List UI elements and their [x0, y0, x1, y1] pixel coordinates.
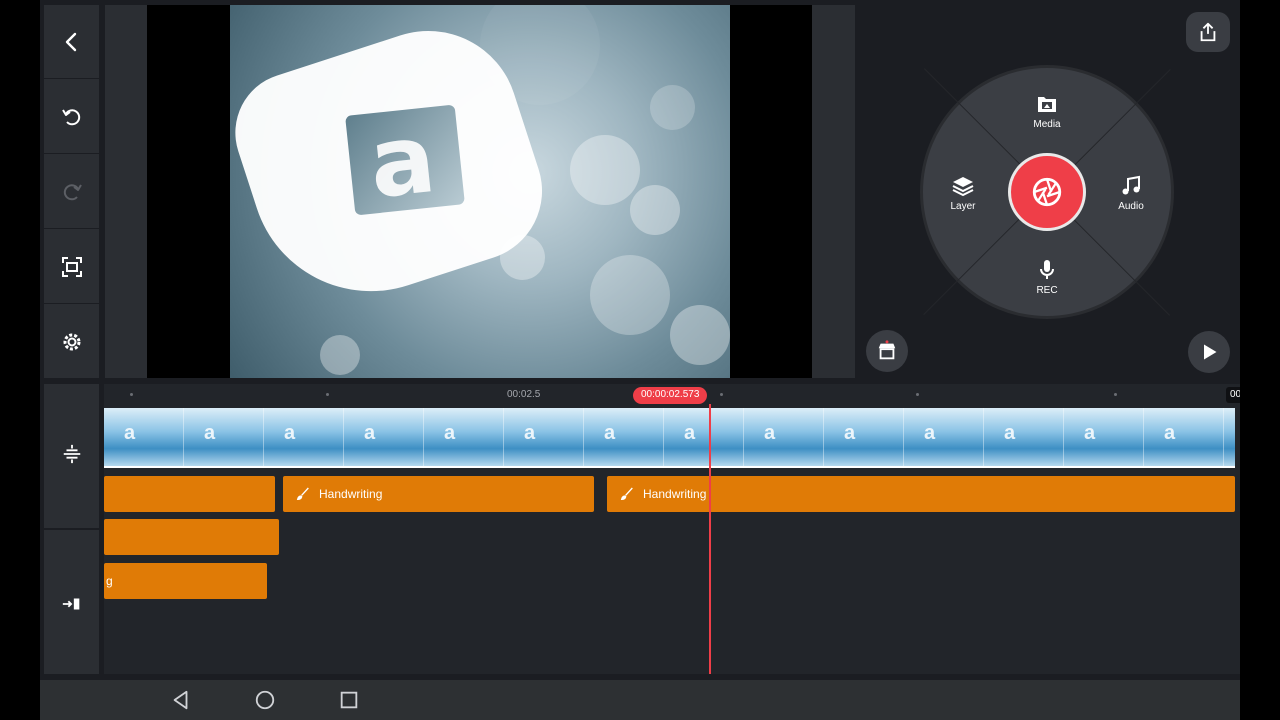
share-icon — [1200, 22, 1216, 42]
end-time-label: 00:00:04.876 — [1226, 387, 1240, 403]
back-icon — [65, 32, 76, 51]
layer-clip-3[interactable]: g — [104, 563, 267, 599]
square-recents-icon — [340, 691, 358, 709]
redo-icon — [63, 183, 82, 200]
jump-end-icon — [62, 598, 79, 610]
handwriting-clip-1[interactable]: Handwriting — [283, 476, 594, 512]
store-icon — [878, 340, 896, 360]
audio-label: Audio — [1118, 201, 1144, 212]
nav-home-button[interactable] — [253, 688, 277, 712]
audio-button[interactable]: Audio — [1101, 174, 1161, 212]
video-clip-track[interactable]: a a a a a a a a a a a a a a a — [104, 408, 1235, 468]
undo-button[interactable] — [44, 80, 99, 154]
media-icon — [1038, 97, 1056, 112]
triangle-back-icon — [173, 690, 188, 710]
media-label: Media — [1033, 119, 1061, 130]
asset-store-button[interactable] — [866, 330, 908, 372]
left-toolbar — [44, 5, 99, 378]
ruler-mid-label: 00:02.5 — [507, 389, 541, 400]
kinemaster-editor: a Media Layer Audio REC 00:02.5 a a a a … — [40, 0, 1240, 720]
play-button[interactable] — [1188, 331, 1230, 373]
settings-button[interactable] — [44, 305, 99, 379]
back-button[interactable] — [44, 5, 99, 79]
playhead-line[interactable] — [709, 404, 711, 674]
settings-icon — [63, 333, 80, 351]
video-preview[interactable]: a — [230, 5, 730, 378]
play-icon — [1204, 344, 1217, 360]
system-navigation-bar — [40, 680, 1240, 720]
rec-button[interactable]: REC — [1017, 258, 1077, 296]
playhead-time[interactable]: 00:00:02.573 — [633, 387, 708, 404]
camera-aperture-icon — [1032, 177, 1062, 207]
brush-icon — [296, 487, 309, 501]
fit-screen-icon — [61, 256, 82, 277]
logo-letter: a — [364, 101, 441, 221]
timeline[interactable]: 00:02.5 a a a a a a a a a a a a a a a Ha… — [104, 384, 1240, 674]
layer-icon — [952, 177, 974, 197]
microphone-icon — [1040, 260, 1054, 279]
redo-button[interactable] — [44, 155, 99, 229]
layer-clip-2[interactable] — [104, 519, 279, 555]
brush-icon — [620, 487, 633, 501]
capture-button[interactable] — [1008, 153, 1086, 231]
music-note-icon — [1122, 175, 1140, 195]
layer-button[interactable]: Layer — [933, 174, 993, 212]
rec-label: REC — [1036, 285, 1058, 296]
clip-2-label: Handwriting — [643, 487, 707, 501]
timeline-controls — [44, 384, 99, 674]
clip-1-label: Handwriting — [319, 487, 383, 501]
nav-back-button[interactable] — [169, 688, 193, 712]
track-expand-button[interactable] — [44, 424, 99, 484]
circle-home-icon — [255, 690, 275, 710]
nav-recents-button[interactable] — [337, 688, 361, 712]
layer-clip[interactable] — [104, 476, 275, 512]
expand-tracks-icon — [63, 444, 80, 464]
undo-icon — [61, 108, 80, 125]
handwriting-clip-2[interactable]: Handwriting — [607, 476, 1235, 512]
media-wheel: Media Layer Audio REC — [923, 68, 1171, 316]
jump-to-end-button[interactable] — [44, 574, 99, 634]
fit-screen-button[interactable] — [44, 230, 99, 304]
share-button[interactable] — [1186, 12, 1230, 52]
clip-small-label: g — [106, 574, 113, 588]
media-button[interactable]: Media — [1017, 92, 1077, 130]
layer-label: Layer — [950, 201, 976, 212]
